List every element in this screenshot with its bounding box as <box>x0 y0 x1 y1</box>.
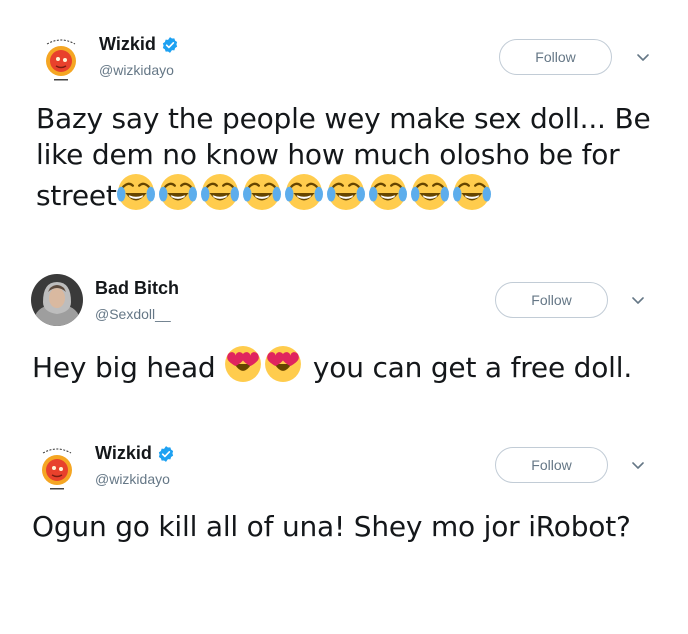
smiling-face-with-heart-eyes-icon <box>224 345 262 383</box>
tweet-text-line: street <box>36 173 666 214</box>
chevron-down-icon[interactable] <box>631 461 645 471</box>
tweet-text-line: Bazy say the people wey make sex doll...… <box>36 102 651 135</box>
bad-bitch-avatar-icon <box>31 274 83 326</box>
display-name[interactable]: Bad Bitch <box>95 278 179 299</box>
tweet-text: Ogun go kill all of una! Shey mo jor iRo… <box>32 510 631 543</box>
face-with-tears-of-joy-icon <box>369 173 407 211</box>
avatar[interactable] <box>35 32 87 84</box>
avatar[interactable] <box>31 274 83 326</box>
face-with-tears-of-joy-icon <box>411 173 449 211</box>
tweet-text-segment: you can get a free doll. <box>312 351 633 384</box>
chevron-down-icon[interactable] <box>636 53 650 63</box>
name-row: Bad Bitch <box>95 278 179 299</box>
follow-button[interactable]: Follow <box>499 39 612 75</box>
tweet-text-segment: street <box>36 179 117 212</box>
emoji-row <box>117 179 495 212</box>
avatar[interactable] <box>31 441 83 493</box>
user-handle[interactable]: @wizkidayo <box>99 62 174 78</box>
face-with-tears-of-joy-icon <box>159 173 197 211</box>
face-with-tears-of-joy-icon <box>201 173 239 211</box>
tweet-text-line: like dem no know how much olosho be for <box>36 138 620 171</box>
verified-badge-icon <box>157 445 175 463</box>
emoji-row <box>224 351 304 384</box>
tweet-text: Hey big head you can get a free doll. <box>32 345 672 386</box>
display-name[interactable]: Wizkid <box>95 443 152 464</box>
user-handle[interactable]: @wizkidayo <box>95 471 170 487</box>
chevron-down-icon[interactable] <box>631 296 645 306</box>
user-handle[interactable]: @Sexdoll__ <box>95 306 171 322</box>
face-with-tears-of-joy-icon <box>117 173 155 211</box>
smiling-face-with-heart-eyes-icon <box>264 345 302 383</box>
display-name[interactable]: Wizkid <box>99 34 156 55</box>
wizkid-avatar-icon <box>31 441 83 493</box>
tweet-text-segment: Hey big head <box>32 351 216 384</box>
face-with-tears-of-joy-icon <box>285 173 323 211</box>
tweet-text: Bazy say the people wey make sex doll...… <box>36 101 666 214</box>
face-with-tears-of-joy-icon <box>453 173 491 211</box>
follow-button[interactable]: Follow <box>495 282 608 318</box>
verified-badge-icon <box>161 36 179 54</box>
follow-button[interactable]: Follow <box>495 447 608 483</box>
face-with-tears-of-joy-icon <box>243 173 281 211</box>
name-row: Wizkid <box>99 34 179 55</box>
wizkid-avatar-icon <box>35 32 87 84</box>
name-row: Wizkid <box>95 443 175 464</box>
face-with-tears-of-joy-icon <box>327 173 365 211</box>
